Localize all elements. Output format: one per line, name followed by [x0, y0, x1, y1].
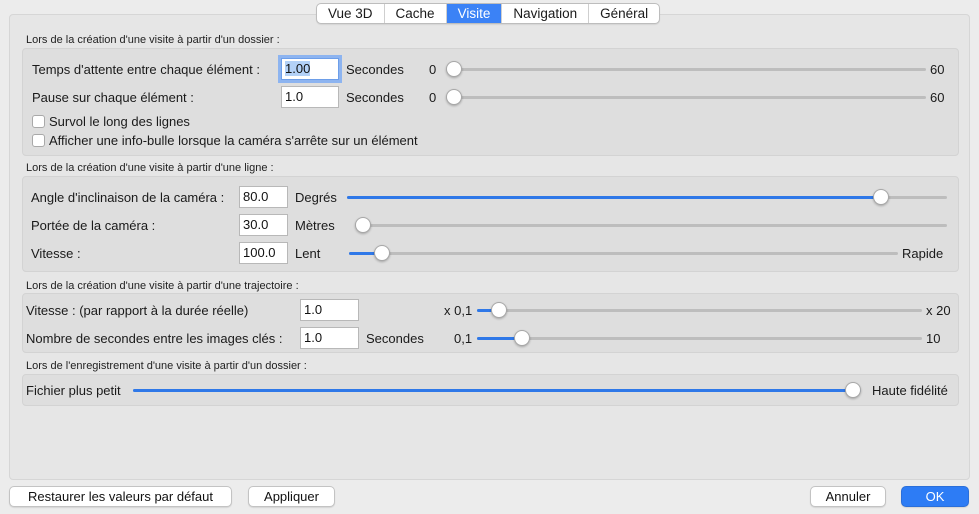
hover-lines-checkbox[interactable]: [32, 115, 45, 128]
wait-time-min: 0: [429, 62, 437, 77]
wait-time-input[interactable]: 1.00: [278, 55, 342, 83]
slider-thumb[interactable]: [373, 245, 390, 261]
camera-angle-slider[interactable]: [347, 189, 947, 205]
hover-lines-label: Survol le long des lignes: [49, 114, 190, 129]
slider-fill: [347, 196, 881, 199]
pause-label: Pause sur chaque élément :: [32, 90, 194, 105]
restore-defaults-button[interactable]: Restaurer les valeurs par défaut: [9, 486, 232, 507]
camera-angle-input[interactable]: 80.0: [239, 186, 288, 208]
slider-track: [446, 68, 926, 71]
tab-navigation[interactable]: Navigation: [502, 4, 590, 23]
wait-time-label: Temps d'attente entre chaque élément :: [32, 62, 260, 77]
slider-thumb[interactable]: [873, 189, 889, 205]
section-recording-title: Lors de l'enregistrement d'une visite à …: [26, 360, 307, 372]
pause-max: 60: [930, 90, 945, 105]
slider-thumb[interactable]: [446, 61, 462, 77]
slider-thumb[interactable]: [355, 217, 371, 233]
trajectory-speed-input[interactable]: 1.0: [300, 299, 359, 321]
keyframes-unit: Secondes: [366, 331, 424, 346]
tab-bar: Vue 3D Cache Visite Navigation Général: [316, 3, 661, 24]
section-trajectory-title: Lors de la création d'une visite à parti…: [26, 280, 299, 292]
trajectory-speed-label: Vitesse : (par rapport à la durée réelle…: [26, 303, 249, 318]
trajectory-speed-min: x 0,1: [444, 303, 473, 318]
pause-slider[interactable]: [446, 89, 926, 105]
recording-quality-slider[interactable]: [133, 382, 861, 398]
pause-min: 0: [429, 90, 437, 105]
tab-general[interactable]: Général: [589, 4, 659, 23]
cancel-button[interactable]: Annuler: [810, 486, 886, 507]
line-speed-min: Lent: [295, 246, 321, 261]
keyframes-slider[interactable]: [477, 330, 922, 346]
slider-thumb[interactable]: [845, 382, 861, 398]
line-speed-input[interactable]: 100.0: [239, 242, 288, 264]
tab-visite[interactable]: Visite: [446, 4, 503, 23]
trajectory-speed-max: x 20: [926, 303, 951, 318]
line-speed-max: Rapide: [902, 246, 944, 261]
slider-track: [355, 224, 947, 227]
show-tooltip-checkbox[interactable]: [32, 134, 45, 147]
section-folder-title: Lors de la création d'une visite à parti…: [26, 34, 280, 46]
slider-track: [477, 309, 922, 312]
slider-thumb[interactable]: [513, 330, 530, 346]
pause-input[interactable]: 1.0: [281, 86, 339, 108]
line-speed-label: Vitesse :: [31, 246, 81, 261]
camera-range-input[interactable]: 30.0: [239, 214, 288, 236]
recording-max-label: Haute fidélité: [872, 383, 948, 398]
keyframes-input[interactable]: 1.0: [300, 327, 359, 349]
show-tooltip-label: Afficher une info-bulle lorsque la camér…: [49, 133, 418, 148]
slider-track: [349, 252, 898, 255]
ok-button[interactable]: OK: [901, 486, 969, 507]
wait-time-value: 1.00: [285, 61, 311, 76]
camera-range-unit: Mètres: [295, 218, 335, 233]
camera-angle-unit: Degrés: [295, 190, 337, 205]
slider-track: [477, 337, 922, 340]
wait-time-slider[interactable]: [446, 61, 926, 77]
tab-cache[interactable]: Cache: [385, 4, 447, 23]
camera-angle-label: Angle d'inclinaison de la caméra :: [31, 190, 225, 205]
camera-range-slider[interactable]: [355, 217, 947, 233]
wait-time-unit: Secondes: [346, 62, 404, 77]
slider-thumb[interactable]: [446, 89, 462, 105]
keyframes-label: Nombre de secondes entre les images clés…: [26, 331, 283, 346]
trajectory-speed-slider[interactable]: [477, 302, 922, 318]
recording-min-label: Fichier plus petit: [26, 383, 121, 398]
slider-thumb[interactable]: [491, 302, 508, 318]
pause-unit: Secondes: [346, 90, 404, 105]
slider-fill: [133, 389, 861, 392]
line-speed-slider[interactable]: [349, 245, 898, 261]
camera-range-label: Portée de la caméra :: [31, 218, 156, 233]
tab-vue-3d[interactable]: Vue 3D: [317, 4, 385, 23]
apply-button[interactable]: Appliquer: [248, 486, 335, 507]
keyframes-max: 10: [926, 331, 941, 346]
slider-track: [446, 96, 926, 99]
keyframes-min: 0,1: [454, 331, 473, 346]
wait-time-max: 60: [930, 62, 945, 77]
section-line-title: Lors de la création d'une visite à parti…: [26, 162, 274, 174]
